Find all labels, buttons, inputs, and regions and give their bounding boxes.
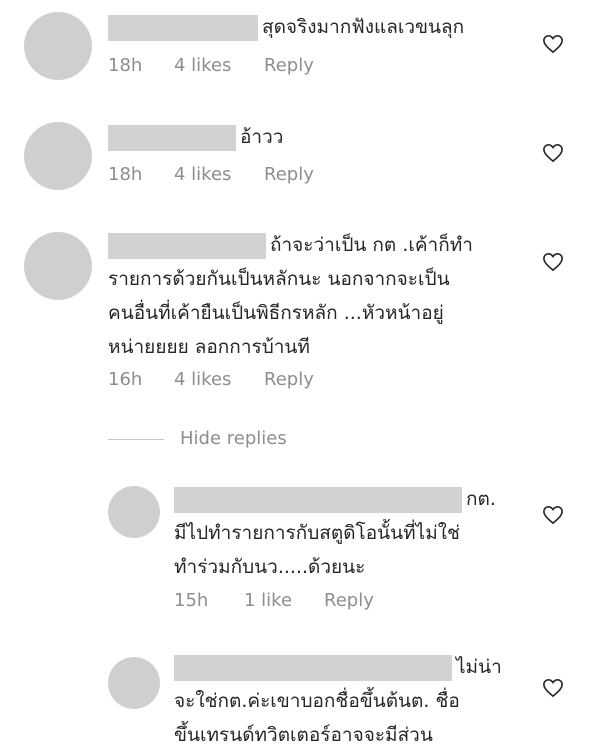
heart-outline-icon[interactable]: [542, 678, 564, 698]
heart-outline-icon[interactable]: [542, 252, 564, 272]
hide-replies-toggle[interactable]: Hide replies: [108, 428, 287, 449]
reply-line: จะใช่กต.ค่ะเขาบอกชื่อขึ้นต้นต. ชื่อ: [174, 690, 460, 712]
timestamp[interactable]: 16h: [108, 369, 174, 390]
heart-outline-icon[interactable]: [542, 34, 564, 54]
comment-line: สุดจริงมากฟังแลเวขนลุก: [262, 16, 465, 38]
comment-text: ถ้าจะว่าเป็น กต .เค้าก็ทำ รายการด้วยกันเ…: [108, 228, 473, 364]
comment-line: คนอื่นที่เค้ายืนเป็นพิธีกรหลัก ...หัวหน้…: [108, 302, 444, 324]
username-redacted[interactable]: [108, 125, 236, 151]
reply-text: ไม่น่า จะใช่กต.ค่ะเขาบอกชื่อขึ้นต้นต. ชื…: [174, 650, 502, 752]
reply-line: มีไปทำรายการกับสตูดิโอนั้นที่ไม่ใช่: [174, 522, 460, 544]
timestamp[interactable]: 18h: [108, 55, 174, 76]
reply-line: กต.: [466, 488, 496, 510]
divider: [108, 438, 164, 440]
comment-meta: 16h 4 likes Reply: [108, 369, 314, 390]
hide-replies-label[interactable]: Hide replies: [180, 428, 287, 449]
comment-text: สุดจริงมากฟังแลเวขนลุก: [108, 10, 464, 44]
likes-count[interactable]: 4 likes: [174, 164, 264, 185]
username-redacted[interactable]: [108, 15, 258, 41]
comment-line: หน่ายยยย ลอกการบ้านที: [108, 336, 310, 358]
reply-line: ไม่น่า: [456, 656, 502, 678]
reply-button[interactable]: Reply: [264, 55, 314, 76]
comment-meta: 18h 4 likes Reply: [108, 164, 314, 185]
reply-line: ทำร่วมกับนว.....ด้วยนะ: [174, 556, 366, 578]
reply-text: กต. มีไปทำรายการกับสตูดิโอนั้นที่ไม่ใช่ …: [174, 482, 496, 584]
avatar[interactable]: [24, 232, 92, 300]
comment-meta: 18h 4 likes Reply: [108, 55, 314, 76]
reply-meta: 15h 1 like Reply: [174, 590, 374, 611]
avatar[interactable]: [24, 122, 92, 190]
reply-line: ขึ้นเทรนด์ทวิตเตอร์อาจจะมีส่วน: [174, 724, 433, 746]
reply-button[interactable]: Reply: [264, 164, 314, 185]
username-redacted[interactable]: [174, 655, 452, 681]
heart-outline-icon[interactable]: [542, 505, 564, 525]
reply-button[interactable]: Reply: [264, 369, 314, 390]
timestamp[interactable]: 15h: [174, 590, 244, 611]
avatar[interactable]: [24, 12, 92, 80]
username-redacted[interactable]: [174, 487, 462, 513]
comment-line: อ้าวว: [240, 126, 284, 148]
comment-line: ถ้าจะว่าเป็น กต .เค้าก็ทำ: [270, 234, 473, 256]
heart-outline-icon[interactable]: [542, 143, 564, 163]
avatar[interactable]: [108, 657, 160, 709]
reply-button[interactable]: Reply: [324, 590, 374, 611]
likes-count[interactable]: 1 like: [244, 590, 324, 611]
timestamp[interactable]: 18h: [108, 164, 174, 185]
comment-text: อ้าวว: [108, 120, 283, 154]
likes-count[interactable]: 4 likes: [174, 55, 264, 76]
likes-count[interactable]: 4 likes: [174, 369, 264, 390]
username-redacted[interactable]: [108, 233, 266, 259]
comment-line: รายการด้วยกันเป็นหลักนะ นอกจากจะเป็น: [108, 268, 450, 290]
avatar[interactable]: [108, 486, 160, 538]
